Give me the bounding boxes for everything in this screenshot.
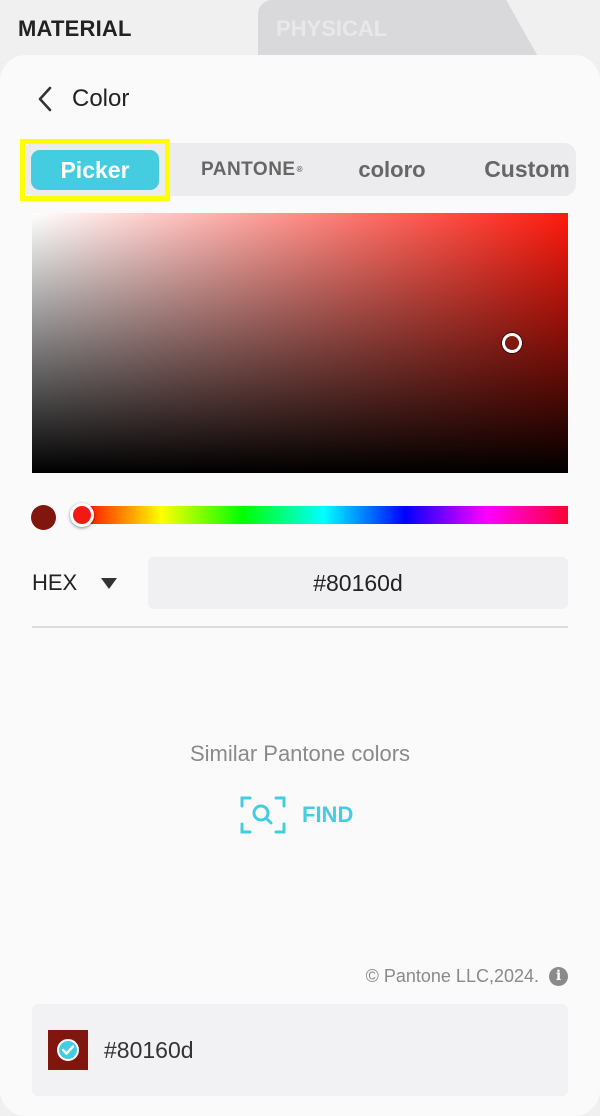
- scan-search-icon: [240, 796, 286, 834]
- panel-header: Color: [36, 84, 129, 114]
- find-button[interactable]: FIND: [240, 796, 353, 834]
- tab-custom[interactable]: Custom: [452, 143, 600, 196]
- check-icon: [57, 1039, 79, 1061]
- info-icon[interactable]: i: [549, 966, 568, 986]
- tab-material[interactable]: MATERIAL: [0, 0, 275, 60]
- current-color-swatch: [31, 505, 56, 530]
- tab-physical[interactable]: PHYSICAL: [258, 0, 540, 60]
- registered-mark: ®: [296, 165, 304, 174]
- selected-color-hex: #80160d: [104, 1037, 194, 1063]
- saturation-value-cursor[interactable]: [502, 333, 522, 353]
- copyright-text: © Pantone LLC,2024.: [365, 965, 539, 986]
- page-title: Color: [72, 85, 130, 112]
- saturation-value-area[interactable]: [32, 213, 568, 473]
- similar-colors-title: Similar Pantone colors: [189, 741, 411, 766]
- color-format-select[interactable]: HEX: [32, 568, 118, 598]
- tab-picker[interactable]: Picker: [31, 150, 159, 190]
- chevron-left-icon[interactable]: [36, 85, 58, 113]
- hue-slider[interactable]: [80, 506, 568, 524]
- tab-pantone-label: PANTONE: [200, 158, 296, 180]
- tab-coloro[interactable]: coloro: [322, 143, 462, 196]
- divider: [32, 626, 568, 628]
- triangle-down-icon[interactable]: [101, 577, 118, 589]
- copyright: © Pantone LLC,2024. i: [366, 964, 568, 988]
- hex-input[interactable]: #80160d: [148, 557, 568, 609]
- selected-color-swatch[interactable]: [48, 1030, 88, 1070]
- color-format-label: HEX: [32, 570, 78, 595]
- tab-pantone[interactable]: PANTONE ®: [177, 143, 327, 196]
- find-label: FIND: [302, 802, 354, 827]
- hue-slider-handle[interactable]: [70, 503, 94, 527]
